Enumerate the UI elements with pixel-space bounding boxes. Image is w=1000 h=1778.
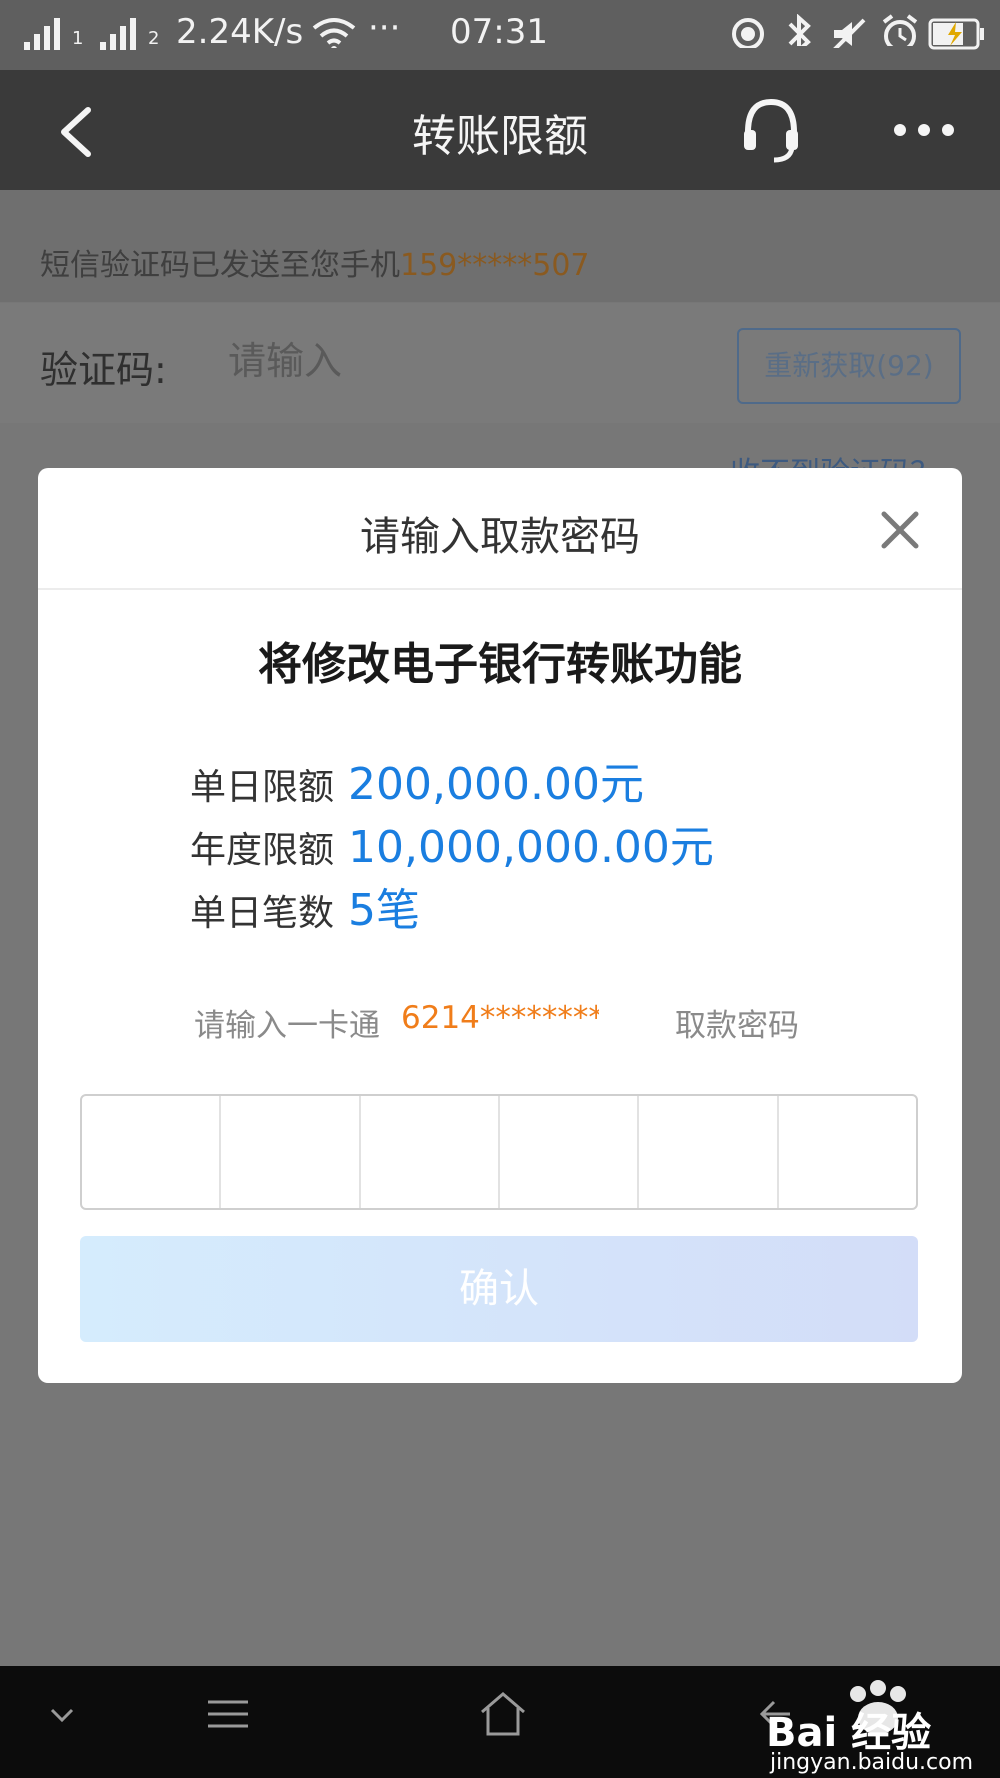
watermark-logo: Bai 经验 jingyan.baidu.com (766, 1674, 996, 1775)
signal-icon (100, 18, 136, 50)
close-icon[interactable] (878, 508, 922, 552)
password-digit-cell[interactable] (779, 1096, 916, 1208)
limit-value: 10,000,000.00元 (348, 822, 714, 873)
location-icon (732, 18, 764, 48)
password-digit-cell[interactable] (82, 1096, 222, 1208)
sim1-label: 1 (72, 28, 84, 49)
limit-value: 200,000.00元 (348, 759, 644, 810)
sms-notice-row: 短信验证码已发送至您手机159*****507 (0, 190, 1000, 302)
limit-label: 单日限额 (190, 767, 335, 808)
code-input[interactable] (228, 339, 608, 383)
menu-icon[interactable] (204, 1696, 252, 1732)
alarm-icon (882, 14, 918, 46)
dialog-title: 请输入取款密码 (360, 514, 640, 560)
more-dots: ··· (368, 8, 401, 48)
resend-button[interactable]: 重新获取(92) (737, 328, 961, 404)
clock: 07:31 (450, 12, 548, 52)
dialog-header: 请输入取款密码 (38, 468, 962, 590)
watermark-url: jingyan.baidu.com (770, 1750, 974, 1775)
sms-phone: 159*****507 (400, 248, 590, 283)
sms-notice: 短信验证码已发送至您手机159*****507 (40, 240, 590, 284)
limit-value: 5笔 (348, 885, 421, 936)
password-dialog: 请输入取款密码 将修改电子银行转账功能 单日限额 200,000.00元 年度限额… (38, 468, 962, 1383)
limit-row-daily-amount: 单日限额 200,000.00元 (190, 748, 644, 812)
sim2-label: 2 (148, 28, 160, 49)
password-digit-cell[interactable] (639, 1096, 779, 1208)
limit-label: 年度限额 (190, 830, 335, 871)
code-label: 验证码: (40, 348, 167, 392)
system-nav-bar: Bai 经验 jingyan.baidu.com (0, 1666, 1000, 1778)
status-bar: 1 2 2.24K/s ··· 07:31 (0, 0, 1000, 70)
password-digit-cell[interactable] (361, 1096, 500, 1208)
limit-row-daily-count: 单日笔数 5笔 (190, 874, 420, 938)
card-prompt-prefix: 请输入一卡通 (194, 1008, 380, 1044)
page-title: 转账限额 (412, 111, 588, 162)
headset-icon[interactable] (740, 96, 802, 166)
bluetooth-icon (788, 14, 811, 46)
password-digit-cell[interactable] (500, 1096, 640, 1208)
dialog-headline: 将修改电子银行转账功能 (258, 639, 742, 690)
sms-notice-text: 短信验证码已发送至您手机 (40, 248, 400, 283)
chevron-down-icon[interactable] (48, 1706, 76, 1724)
limit-row-annual-amount: 年度限额 10,000,000.00元 (190, 811, 714, 875)
more-icon[interactable] (892, 122, 956, 138)
limit-label: 单日笔数 (190, 893, 335, 934)
signal-icon (24, 18, 60, 50)
confirm-button[interactable]: 确认 (80, 1236, 918, 1342)
battery-charging-icon (928, 18, 984, 50)
network-speed: 2.24K/s (176, 12, 304, 52)
verification-code-row: 验证码: 重新获取(92) (0, 303, 1000, 423)
wifi-icon (312, 18, 356, 48)
home-icon[interactable] (478, 1690, 528, 1738)
card-number: 6214********2 (401, 1000, 599, 1036)
nav-bar: 转账限额 (0, 70, 1000, 190)
password-input[interactable] (80, 1094, 918, 1210)
card-prompt-suffix: 取款密码 (675, 1008, 799, 1044)
password-digit-cell[interactable] (221, 1096, 361, 1208)
mute-icon (833, 18, 866, 48)
